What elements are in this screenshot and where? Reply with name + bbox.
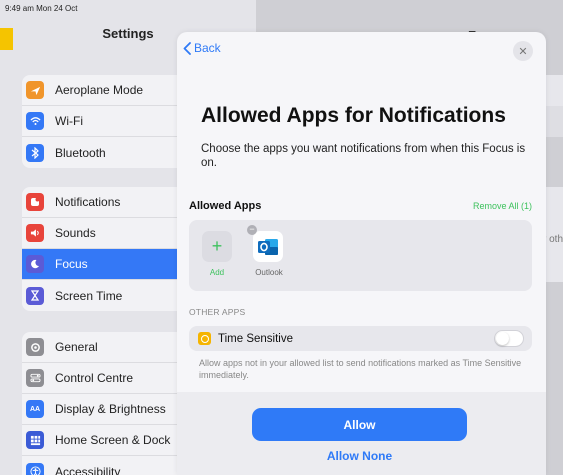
sidebar-item-label: Notifications: [55, 195, 121, 209]
allowed-apps-sheet: Back ✕ Allowed Apps for Notifications Ch…: [177, 32, 546, 475]
sidebar-item-label: Accessibility: [55, 464, 121, 475]
sidebar-item-label: Bluetooth: [55, 145, 106, 160]
sidebar-item-label: Display & Brightness: [55, 402, 166, 416]
time-sensitive-label: Time Sensitive: [218, 332, 293, 345]
bluetooth-icon: [26, 143, 44, 162]
chevron-left-icon: [183, 41, 191, 55]
time-sensitive-description: Allow apps not in your allowed list to s…: [199, 358, 522, 380]
time-sensitive-toggle[interactable]: [494, 330, 524, 347]
accessibility-icon: [26, 462, 44, 475]
notifications-icon: [26, 193, 44, 211]
outlook-icon: [258, 238, 278, 255]
add-app-button[interactable]: +: [202, 231, 232, 262]
toggle-knob: [496, 332, 509, 345]
allow-button[interactable]: Allow: [252, 408, 467, 441]
sidebar-item-label: Wi-Fi: [55, 114, 83, 128]
remove-app-badge[interactable]: −: [247, 225, 257, 235]
back-label: Back: [194, 41, 221, 55]
sidebar-item-label: Control Centre: [55, 371, 134, 385]
airplane-icon: [26, 81, 44, 99]
focus-icon: [26, 255, 44, 273]
page-title: Allowed Apps for Notifications: [201, 104, 506, 127]
back-button[interactable]: Back: [183, 41, 221, 55]
allowed-apps-label: Allowed Apps: [189, 200, 262, 212]
allow-none-button[interactable]: Allow None: [252, 449, 467, 463]
sidebar-item-label: General: [55, 340, 98, 354]
app-label-outlook: Outlook: [255, 268, 283, 277]
sounds-icon: [26, 224, 44, 242]
wifi-icon: [26, 112, 44, 130]
add-app-label: Add: [209, 268, 225, 277]
sidebar-item-label: Sounds: [55, 226, 96, 240]
close-button[interactable]: ✕: [513, 41, 533, 61]
home-screen-icon: [26, 431, 44, 449]
sidebar-item-label: Home Screen & Dock: [55, 433, 171, 447]
detail-snippet: r oth: [543, 234, 563, 245]
control-centre-icon: [26, 369, 44, 387]
page-subtitle: Choose the apps you want notifications f…: [201, 143, 526, 169]
close-icon: ✕: [518, 45, 528, 58]
display-icon: AA: [26, 400, 44, 418]
sidebar-item-label: Focus: [55, 257, 88, 271]
time-sensitive-row: Time Sensitive: [189, 326, 532, 351]
other-apps-label: OTHER APPS: [189, 307, 246, 317]
sidebar-item-label: Aeroplane Mode: [55, 83, 144, 97]
allowed-apps-list: + Add − Outlook: [189, 220, 532, 291]
sidebar-item-label: Screen Time: [55, 288, 123, 303]
screen-time-icon: [26, 286, 44, 305]
time-sensitive-icon: [198, 332, 211, 345]
remove-all-button[interactable]: Remove All (1): [473, 201, 532, 211]
status-time: 9:49 am Mon 24 Oct: [5, 4, 78, 13]
app-tile-outlook[interactable]: [253, 231, 283, 262]
gear-icon: [26, 338, 44, 356]
plus-icon: +: [211, 236, 223, 256]
